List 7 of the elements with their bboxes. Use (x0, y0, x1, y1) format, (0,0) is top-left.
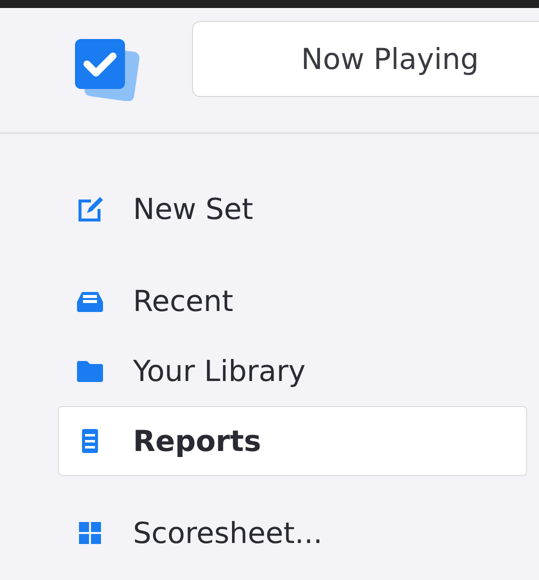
checkbox-logo-icon (75, 39, 141, 101)
sidebar-item[interactable]: Scoresheet... (58, 498, 527, 568)
sidebar-item[interactable]: New Set (58, 174, 527, 244)
sidebar-item[interactable]: Your Library (58, 336, 527, 406)
sidebar-item[interactable]: Recent (58, 266, 527, 336)
now-playing-button[interactable]: Now Playing (192, 21, 539, 97)
sidebar-item[interactable]: Reports (58, 406, 527, 476)
